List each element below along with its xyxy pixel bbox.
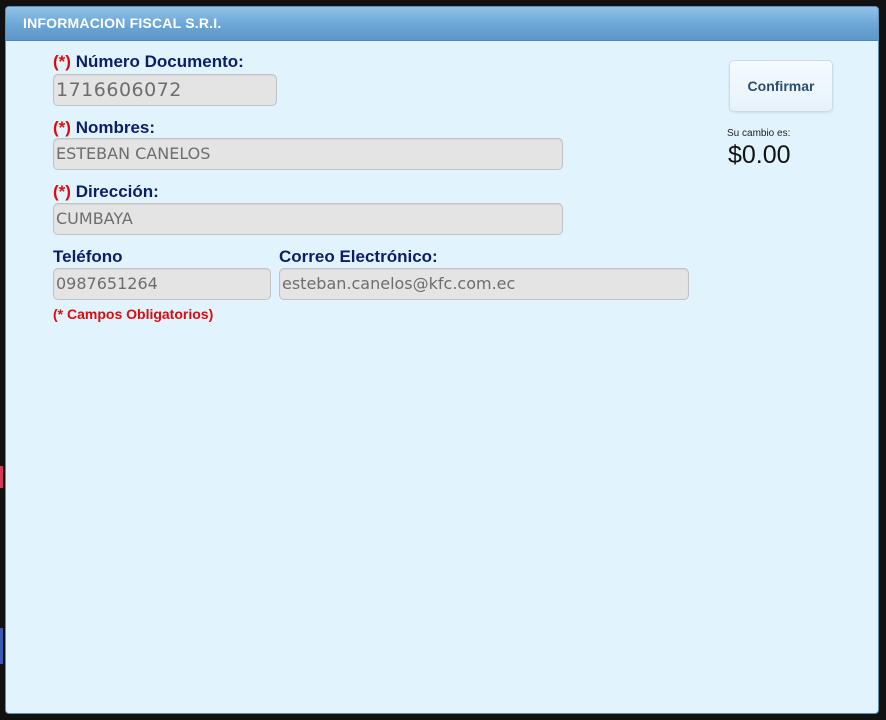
left-edge-marker-2 <box>0 628 3 664</box>
direccion-label: Dirección: <box>75 182 159 201</box>
nombres-label: Nombres: <box>75 118 156 137</box>
confirm-button[interactable]: Confirmar <box>729 60 833 112</box>
correo-label: Correo Electrónico: <box>279 247 438 266</box>
direccion-label-row: (*) Dirección: <box>53 182 159 202</box>
required-fields-note: (* Campos Obligatorios) <box>53 306 214 322</box>
nombres-field[interactable]: ESTEBAN CANELOS <box>53 138 563 170</box>
left-edge-marker <box>0 466 3 488</box>
direccion-field[interactable]: CUMBAYA <box>53 203 563 235</box>
dialog-title: INFORMACION FISCAL S.R.I. <box>6 7 878 41</box>
telefono-label: Teléfono <box>53 247 123 266</box>
change-label: Su cambio es: <box>727 128 791 139</box>
nombres-label-row: (*) Nombres: <box>53 118 155 138</box>
telefono-field[interactable]: 0987651264 <box>53 268 271 300</box>
required-marker: (*) <box>53 118 71 137</box>
documento-label: Número Documento: <box>75 52 244 71</box>
required-marker: (*) <box>53 52 71 71</box>
documento-label-row: (*) Número Documento: <box>53 52 244 72</box>
change-amount: $0.00 <box>728 141 791 169</box>
correo-field[interactable]: esteban.canelos@kfc.com.ec <box>279 268 689 300</box>
fiscal-info-dialog: INFORMACION FISCAL S.R.I. (*) Número Doc… <box>5 6 879 714</box>
documento-field[interactable]: 1716606072 <box>53 74 277 106</box>
required-marker: (*) <box>53 182 71 201</box>
